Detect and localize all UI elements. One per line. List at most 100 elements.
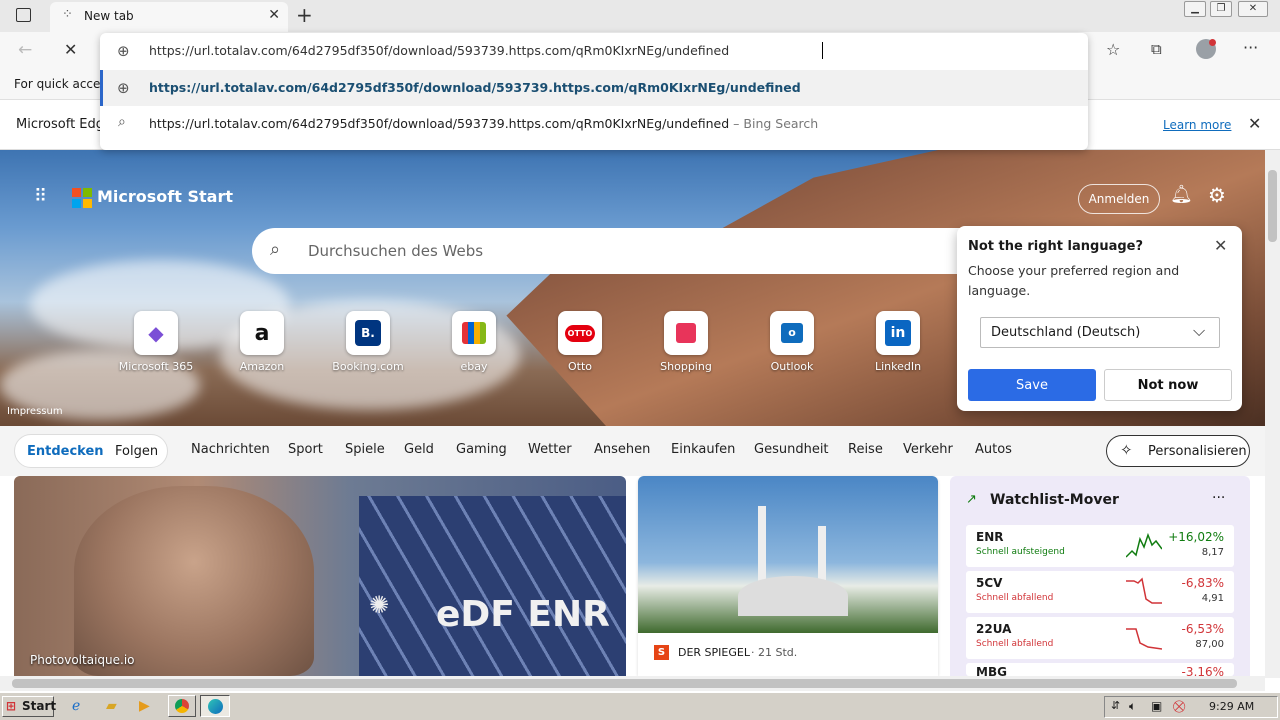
- save-button[interactable]: Save: [968, 369, 1096, 401]
- sparkle-icon: ✧: [1120, 441, 1133, 459]
- nav-item-geld[interactable]: Geld: [404, 442, 434, 457]
- collections-icon[interactable]: ⧉: [1151, 40, 1162, 58]
- watchlist-row[interactable]: 22UA Schnell abfallend -6,53% 87,00: [966, 617, 1234, 659]
- tab-entdecken[interactable]: Entdecken: [27, 444, 104, 459]
- apps-grid-icon[interactable]: ⠿: [34, 186, 48, 207]
- ebay-icon: [452, 311, 496, 355]
- minimize-icon[interactable]: ▁: [1184, 1, 1206, 17]
- suggestion-url[interactable]: ⊕ https://url.totalav.com/64d2795df350f/…: [100, 70, 1088, 106]
- not-now-button[interactable]: Not now: [1104, 369, 1232, 401]
- booking-icon: B.: [346, 311, 390, 355]
- card-photo-mosque: [638, 476, 938, 633]
- quick-link-linkedin[interactable]: in LinkedIn: [848, 311, 948, 373]
- nav-item-ansehen[interactable]: Ansehen: [594, 442, 650, 457]
- notifications-bell-icon[interactable]: 🔔︎: [1170, 184, 1193, 205]
- tray-expand-icon[interactable]: ⇵: [1111, 699, 1120, 712]
- security-alert-icon[interactable]: ⛒: [1173, 699, 1185, 714]
- explorer-folder-icon[interactable]: ▰: [106, 698, 117, 714]
- title-bar: ⁘ New tab ✕ + ▁ ❐ ✕: [0, 0, 1280, 32]
- suggestion-search[interactable]: ⌕ https://url.totalav.com/64d2795df350f/…: [100, 106, 1088, 142]
- quick-link-label: Microsoft 365: [118, 360, 194, 373]
- tab-folgen[interactable]: Folgen: [115, 444, 158, 459]
- tab-favicon-icon: ⁘: [62, 7, 73, 22]
- scrollbar-thumb[interactable]: [1268, 170, 1277, 242]
- page-settings-gear-icon[interactable]: ⚙: [1208, 183, 1226, 207]
- nav-item-nachrichten[interactable]: Nachrichten: [191, 442, 270, 457]
- suggestion-url-text: https://url.totalav.com/64d2795df350f/do…: [149, 80, 801, 95]
- stop-loading-icon[interactable]: ✕: [64, 40, 77, 59]
- info-bar-text: Microsoft Edg: [16, 117, 105, 132]
- start-button[interactable]: ⊞ Start: [2, 696, 56, 717]
- maximize-icon[interactable]: ❐: [1210, 1, 1232, 17]
- stock-price: 87,00: [1195, 639, 1224, 650]
- watchlist-row[interactable]: 5CV Schnell abfallend -6,83% 4,91: [966, 571, 1234, 613]
- nav-item-spiele[interactable]: Spiele: [345, 442, 385, 457]
- nav-item-sport[interactable]: Sport: [288, 442, 323, 457]
- sparkline-down: [1126, 577, 1162, 604]
- card-source: Photovoltaique.io: [30, 653, 135, 667]
- edge-taskbar-button[interactable]: [200, 695, 230, 717]
- personalize-button[interactable]: ✧ Personalisieren: [1106, 435, 1250, 467]
- clock[interactable]: 9:29 AM: [1209, 700, 1254, 713]
- nav-item-einkaufen[interactable]: Einkaufen: [671, 442, 735, 457]
- nav-item-verkehr[interactable]: Verkehr: [903, 442, 953, 457]
- signin-button[interactable]: Anmelden: [1078, 184, 1160, 214]
- quick-link-microsoft-365[interactable]: ◆ Microsoft 365: [106, 311, 206, 373]
- globe-icon: ⊕: [117, 79, 130, 97]
- quick-link-otto[interactable]: OTTO Otto: [530, 311, 630, 373]
- address-input[interactable]: https://url.totalav.com/64d2795df350f/do…: [149, 43, 729, 58]
- tab-new-tab[interactable]: ⁘ New tab ✕: [50, 2, 288, 32]
- close-tab-icon[interactable]: ✕: [268, 7, 280, 23]
- media-player-icon[interactable]: ▶: [139, 698, 150, 714]
- amazon-icon: a: [240, 311, 284, 355]
- quick-link-label: Booking.com: [332, 360, 404, 373]
- quick-link-outlook[interactable]: o Outlook: [742, 311, 842, 373]
- chrome-taskbar-button[interactable]: [168, 695, 196, 717]
- news-card-main[interactable]: ✺ eDF ENR Photovoltaique.io: [14, 476, 626, 676]
- watchlist-row[interactable]: MBG -3,16%: [966, 663, 1234, 676]
- address-input-row[interactable]: ⊕ https://url.totalav.com/64d2795df350f/…: [100, 33, 1088, 69]
- back-icon[interactable]: ←: [18, 40, 32, 60]
- brand-title: Microsoft Start: [97, 187, 233, 206]
- language-popup-close-icon[interactable]: ✕: [1214, 236, 1227, 255]
- region-select[interactable]: Deutschland (Deutsch) ⌵: [980, 317, 1220, 348]
- network-icon[interactable]: ▣: [1151, 699, 1162, 713]
- tab-title: New tab: [84, 9, 134, 23]
- microsoft-logo: [72, 188, 92, 208]
- quick-link-ebay[interactable]: ebay: [424, 311, 524, 373]
- feed-tab-group: Entdecken Folgen: [14, 434, 168, 468]
- quick-link-booking[interactable]: B. Booking.com: [318, 311, 418, 373]
- stock-change: +16,02%: [1168, 530, 1224, 544]
- quick-link-amazon[interactable]: a Amazon: [212, 311, 312, 373]
- otto-icon: OTTO: [558, 311, 602, 355]
- nav-item-autos[interactable]: Autos: [975, 442, 1012, 457]
- card-source: DER SPIEGEL: [678, 646, 750, 659]
- scrollbar-thumb[interactable]: [12, 679, 1237, 688]
- web-search-box[interactable]: ⌕ Durchsuchen des Webs: [252, 228, 982, 274]
- nav-item-gesundheit[interactable]: Gesundheit: [754, 442, 829, 457]
- linkedin-icon: in: [876, 311, 920, 355]
- news-card-secondary[interactable]: S DER SPIEGEL · 21 Std.: [638, 476, 938, 676]
- learn-more-link[interactable]: Learn more: [1163, 118, 1231, 132]
- nav-item-wetter[interactable]: Wetter: [528, 442, 572, 457]
- impressum-link[interactable]: Impressum: [7, 406, 63, 417]
- nav-item-gaming[interactable]: Gaming: [456, 442, 507, 457]
- horizontal-scrollbar[interactable]: [0, 676, 1265, 691]
- watchlist-row[interactable]: ENR Schnell aufsteigend +16,02% 8,17: [966, 525, 1234, 567]
- stock-symbol: 5CV: [976, 576, 1003, 590]
- search-icon: ⌕: [270, 239, 281, 260]
- settings-more-icon[interactable]: ···: [1243, 38, 1258, 57]
- sparkline-down: [1126, 628, 1162, 650]
- taskbar: ⊞ Start ℯ ▰ ▶ ⇵ 🔈︎ ▣ ⛒ 9:29 AM: [0, 692, 1280, 720]
- tab-actions-icon[interactable]: [16, 8, 31, 22]
- info-bar-close-icon[interactable]: ✕: [1248, 114, 1261, 133]
- nav-item-reise[interactable]: Reise: [848, 442, 883, 457]
- close-window-icon[interactable]: ✕: [1238, 1, 1268, 17]
- new-tab-icon[interactable]: +: [296, 3, 313, 27]
- quick-link-shopping[interactable]: Shopping: [636, 311, 736, 373]
- vertical-scrollbar[interactable]: [1265, 150, 1280, 678]
- more-options-icon[interactable]: ···: [1212, 490, 1225, 506]
- ie-icon[interactable]: ℯ: [72, 698, 80, 714]
- favorites-star-icon[interactable]: ☆: [1106, 40, 1120, 59]
- volume-icon[interactable]: 🔈︎: [1129, 699, 1136, 714]
